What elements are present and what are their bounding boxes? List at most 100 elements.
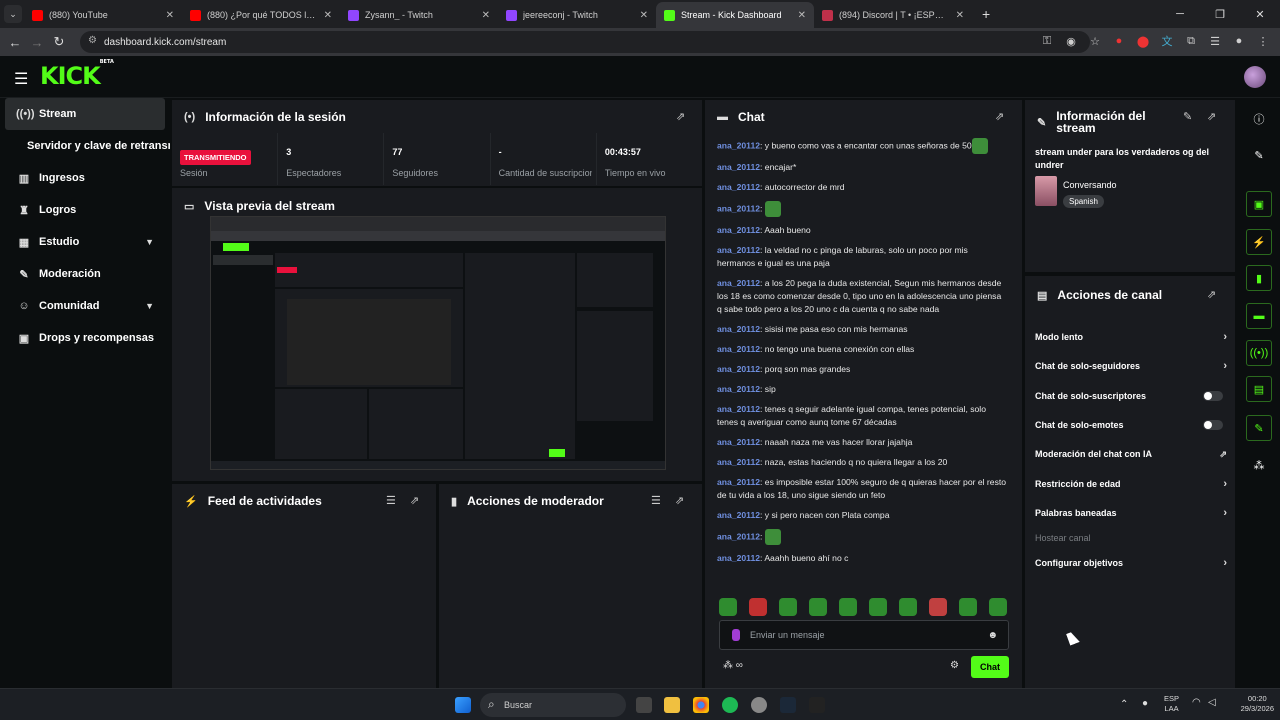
file-explorer-icon[interactable] [664, 697, 680, 713]
filter-icon[interactable]: ☰ [386, 494, 396, 507]
mic-icon[interactable] [732, 629, 740, 641]
app-icon[interactable] [751, 697, 767, 713]
chat-username[interactable]: ana_20112 [717, 384, 760, 394]
sidebar-item-moderacion[interactable]: ✎ Moderación [0, 258, 170, 290]
emote-icon[interactable] [779, 598, 797, 616]
kick-logo[interactable]: KICKBETA [40, 59, 114, 90]
browser-tab[interactable]: (894) Discord | T • ¡ESPERA 1...✕ [814, 2, 972, 28]
chat-username[interactable]: ana_20112 [717, 510, 760, 520]
edit-icon[interactable]: ✎ [1183, 110, 1192, 123]
bolt-icon[interactable]: ⚡ [1246, 229, 1272, 255]
chat-username[interactable]: ana_20112 [717, 531, 760, 541]
action-restriccion-edad[interactable]: Restricción de edad › [1035, 474, 1227, 494]
sidebar-item-server-key[interactable]: Servidor y clave de retransmisión [0, 130, 170, 162]
menu-hamburger-icon[interactable]: ☰ [14, 69, 28, 89]
extensions-puzzle-icon[interactable]: ⧉ [1182, 31, 1200, 51]
action-solo-seguidores[interactable]: Chat de solo-seguidores › [1035, 356, 1227, 376]
chat-username[interactable]: ana_20112 [717, 203, 760, 213]
channel-icon[interactable]: ▤ [1246, 376, 1272, 402]
emote-icon[interactable] [989, 598, 1007, 616]
action-solo-suscriptores[interactable]: Chat de solo-suscriptores [1035, 386, 1225, 406]
popout-icon[interactable]: ⇗ [676, 110, 685, 123]
chevron-up-icon[interactable]: ⌃ [1120, 699, 1128, 710]
action-configurar-objetivos[interactable]: Configurar objetivos › [1035, 553, 1227, 573]
emote-icon[interactable] [959, 598, 977, 616]
chat-username[interactable]: ana_20112 [717, 437, 760, 447]
sidebar-item-ingresos[interactable]: ▥ Ingresos [0, 162, 170, 194]
chat-send-button[interactable]: Chat [971, 656, 1009, 678]
chat-username[interactable]: ana_20112 [717, 344, 760, 354]
extension-translate-icon[interactable]: 文 [1158, 31, 1176, 51]
action-solo-emotes[interactable]: Chat de solo-emotes [1035, 415, 1225, 435]
chat-username[interactable]: ana_20112 [717, 364, 760, 374]
back-icon[interactable]: ← [4, 35, 26, 50]
sidebar-item-logros[interactable]: ♜ Logros [0, 194, 170, 226]
browser-tab[interactable]: Zysann_ - Twitch ✕ [340, 2, 498, 28]
steam-icon[interactable] [780, 697, 796, 713]
sidebar-item-comunidad[interactable]: ☺ Comunidad ▼ [0, 290, 170, 322]
chat-username[interactable]: ana_20112 [717, 324, 760, 334]
sidebar-item-drops[interactable]: ▣ Drops y recompensas [0, 322, 170, 354]
tab-search-icon[interactable]: ⌄ [4, 5, 22, 23]
mic-icon[interactable]: ● [1142, 698, 1148, 709]
chat-username[interactable]: ana_20112 [717, 162, 760, 172]
minimize-icon[interactable]: ─ [1160, 0, 1200, 28]
filter-icon[interactable]: ☰ [651, 494, 661, 507]
popout-icon[interactable]: ⇗ [410, 494, 419, 507]
chat-username[interactable]: ana_20112 [717, 404, 760, 414]
menu-dots-icon[interactable]: ⋮ [1254, 31, 1272, 51]
wrench-icon[interactable]: ✎ [1246, 415, 1272, 441]
eye-off-icon[interactable]: ◉ [1062, 31, 1080, 51]
popout-icon[interactable]: ⇗ [675, 494, 684, 507]
chat-username[interactable]: ana_20112 [717, 225, 760, 235]
forward-icon[interactable]: → [26, 35, 48, 50]
chat-icon[interactable]: ▬ [1246, 303, 1272, 329]
close-icon[interactable]: ✕ [166, 10, 174, 21]
chat-username[interactable]: ana_20112 [717, 182, 760, 192]
extension-red2-icon[interactable]: ⬤ [1134, 31, 1152, 51]
chrome-icon[interactable] [693, 697, 709, 713]
emoji-icon[interactable]: ☻ [987, 630, 998, 641]
profile-icon[interactable]: ● [1230, 31, 1248, 51]
popout-icon[interactable]: ⇗ [995, 110, 1004, 123]
maximize-icon[interactable]: ❐ [1200, 0, 1240, 28]
edit-icon[interactable]: ✎ [1246, 142, 1272, 168]
avatar[interactable] [1244, 66, 1266, 88]
sidebar-item-stream[interactable]: ((•)) Stream [5, 98, 165, 130]
close-window-icon[interactable]: ✕ [1240, 0, 1280, 28]
action-moderacion-ia[interactable]: Moderación del chat con IA ⇗ [1035, 444, 1227, 464]
stream-preview-image[interactable] [210, 216, 666, 470]
chat-input[interactable]: Enviar un mensaje ☻ [719, 620, 1009, 650]
gear-icon[interactable]: ⚙ [950, 660, 959, 671]
emote-icon[interactable] [749, 598, 767, 616]
action-modo-lento[interactable]: Modo lento › [1035, 327, 1227, 347]
capture-icon[interactable]: ▣ [1246, 191, 1272, 217]
emote-icon[interactable] [929, 598, 947, 616]
url-field[interactable]: ⚙ dashboard.kick.com/stream [80, 31, 1090, 53]
site-info-icon[interactable]: ⚙ [88, 35, 97, 46]
popout-icon[interactable]: ⇗ [1207, 110, 1216, 123]
chat-settings-icon[interactable]: ⁂ ∞ [723, 660, 743, 671]
chat-username[interactable]: ana_20112 [717, 553, 760, 563]
password-key-icon[interactable]: ⚿ [1038, 31, 1056, 51]
info-icon[interactable]: ⓘ [1246, 106, 1272, 132]
chat-username[interactable]: ana_20112 [717, 477, 760, 487]
close-icon[interactable]: ✕ [482, 10, 490, 21]
volume-icon[interactable]: ◁ [1208, 697, 1216, 708]
wifi-icon[interactable]: ◠ [1192, 697, 1201, 708]
reload-icon[interactable]: ↻ [48, 34, 70, 50]
chat-username[interactable]: ana_20112 [717, 457, 760, 467]
chat-username[interactable]: ana_20112 [717, 245, 760, 255]
toggle-switch[interactable] [1203, 391, 1223, 401]
windows-start-icon[interactable] [455, 697, 471, 713]
emote-icon[interactable] [809, 598, 827, 616]
language-indicator[interactable]: ESP LAA [1164, 694, 1179, 714]
browser-tab[interactable]: (880) ¿Por qué TODOS los ART...✕ [182, 2, 340, 28]
chat-username[interactable]: ana_20112 [717, 278, 760, 288]
browser-tab-active[interactable]: Stream - Kick Dashboard ✕ [656, 2, 814, 28]
spotify-icon[interactable] [722, 697, 738, 713]
emote-icon[interactable] [719, 598, 737, 616]
broadcast-icon[interactable]: ((•)) [1246, 340, 1272, 366]
emote-icon[interactable] [899, 598, 917, 616]
task-view-icon[interactable] [636, 697, 652, 713]
